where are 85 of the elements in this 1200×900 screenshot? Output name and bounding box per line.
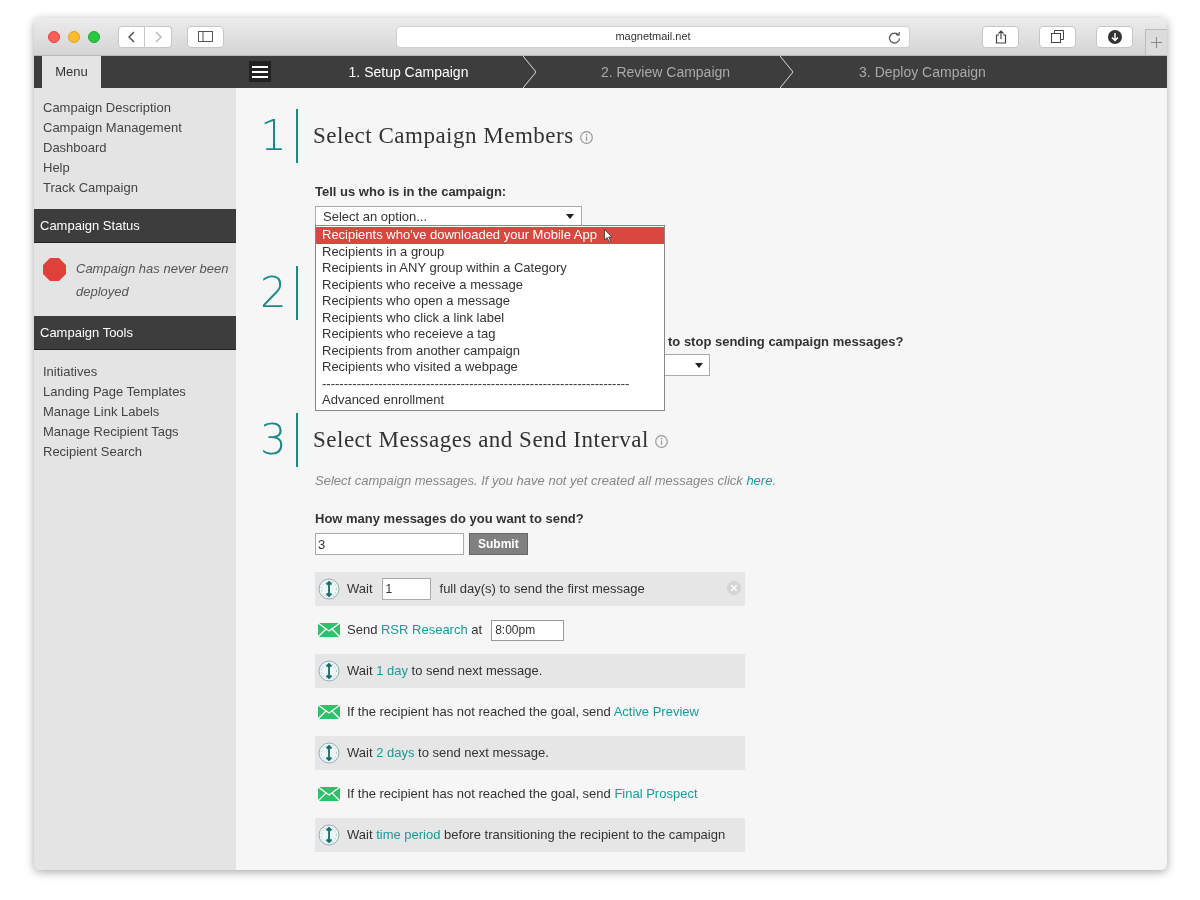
back-icon bbox=[127, 30, 136, 43]
dropdown-option[interactable]: Recipients who've downloaded your Mobile App bbox=[316, 227, 664, 244]
share-icon bbox=[994, 29, 1007, 44]
step-separator-icon bbox=[523, 56, 537, 88]
clock-icon bbox=[318, 742, 340, 764]
info-icon[interactable] bbox=[654, 435, 668, 448]
row-text: If the recipient has not reached the goal, send Active Preview bbox=[347, 703, 699, 722]
sidebar-link[interactable]: Dashboard bbox=[43, 138, 236, 158]
dropdown-option[interactable]: Recipients who receive a message bbox=[316, 276, 664, 293]
envelope-icon bbox=[318, 705, 340, 719]
dropdown-option[interactable]: ----------------------------------------------------------------------- bbox=[316, 375, 664, 392]
maximize-window-icon[interactable] bbox=[88, 30, 100, 43]
new-tab-button[interactable] bbox=[1145, 29, 1167, 55]
dropdown-option[interactable]: Recipients who receieve a tag bbox=[316, 326, 664, 343]
sidebar-icon bbox=[198, 31, 213, 42]
submit-button[interactable]: Submit bbox=[469, 533, 528, 555]
sidebar-section-header: Campaign Tools bbox=[34, 316, 236, 350]
forward-icon bbox=[154, 30, 162, 43]
sidebar-link[interactable]: Landing Page Templates bbox=[43, 382, 236, 402]
select-field[interactable] bbox=[664, 354, 710, 376]
back-button[interactable] bbox=[118, 25, 145, 48]
sidebar-link[interactable]: Initiatives bbox=[43, 362, 236, 382]
hint-text: Select campaign messages. If you have not yet created all messages click here. bbox=[315, 472, 778, 490]
envelope-icon bbox=[318, 787, 340, 801]
minimize-window-icon[interactable] bbox=[68, 30, 80, 43]
field-label: to stop sending campaign messages? bbox=[668, 332, 904, 351]
clock-icon bbox=[318, 660, 340, 682]
sidebar-link[interactable]: Help bbox=[43, 158, 236, 178]
tabs-button[interactable] bbox=[1039, 25, 1076, 48]
status-text: Campaign has never been deployed bbox=[76, 260, 230, 301]
row-text: Wait 1 day to send next message. bbox=[347, 662, 543, 681]
row-text: Wait 2 days to send next message. bbox=[347, 744, 549, 763]
section-heading: Select Messages and Send Interval bbox=[313, 425, 649, 454]
plus-icon bbox=[1151, 37, 1162, 48]
dropdown-option[interactable]: Advanced enrollment bbox=[316, 392, 664, 409]
field-label: How many messages do you want to send? bbox=[315, 509, 585, 528]
reload-icon[interactable] bbox=[888, 30, 901, 44]
row-text: full day(s) to send the first message bbox=[439, 580, 645, 599]
address-bar[interactable]: magnetmail.net bbox=[396, 25, 910, 48]
sidebar-toggle-button[interactable] bbox=[187, 25, 224, 48]
section-heading: Select Campaign Members bbox=[313, 121, 574, 150]
sidebar-link[interactable]: Recipient Search bbox=[43, 442, 236, 462]
sidebar-link[interactable]: Campaign Management bbox=[43, 118, 236, 138]
day-count-field[interactable]: 1 bbox=[381, 578, 431, 600]
row-text: Wait bbox=[347, 580, 373, 599]
clock-icon bbox=[318, 578, 340, 600]
dropdown-option[interactable]: Recipients in ANY group within a Category bbox=[316, 260, 664, 277]
dropdown-option[interactable]: Recipients in a group bbox=[316, 243, 664, 260]
sidebar-link[interactable]: Manage Link Labels bbox=[43, 402, 236, 422]
dropdown-option[interactable]: Recipients who visited a webpage bbox=[316, 359, 664, 376]
step-number: 3 bbox=[260, 419, 288, 461]
tabs-icon bbox=[1051, 30, 1064, 43]
close-window-icon[interactable] bbox=[48, 30, 60, 43]
row-text: Send RSR Research at bbox=[347, 621, 483, 640]
step-tab[interactable]: 2. Review Campaign bbox=[600, 61, 731, 83]
step-number: 1 bbox=[260, 115, 288, 157]
step-separator-icon bbox=[780, 56, 794, 88]
sidebar-link[interactable]: Campaign Description bbox=[43, 98, 236, 118]
row-text: Wait time period before transitioning the recipient to the campaign bbox=[347, 826, 726, 845]
step-tab[interactable]: 3. Deploy Campaign bbox=[859, 61, 986, 83]
download-button[interactable] bbox=[1096, 25, 1133, 48]
cursor-icon bbox=[604, 229, 613, 242]
menu-icon[interactable] bbox=[249, 61, 271, 82]
field-label: Tell us who is in the campaign: bbox=[315, 183, 508, 201]
count-field[interactable]: 3 bbox=[315, 533, 464, 555]
sidebar-link[interactable]: Track Campaign bbox=[43, 178, 236, 198]
sidebar-section-header: Campaign Status bbox=[34, 209, 236, 243]
clock-icon bbox=[318, 824, 340, 846]
sidebar-link[interactable]: Manage Recipient Tags bbox=[43, 422, 236, 442]
dropdown-option[interactable]: Recipients from another campaign bbox=[316, 342, 664, 359]
step-number: 2 bbox=[260, 271, 288, 314]
select-field[interactable]: Select an option... bbox=[315, 205, 582, 228]
menu-tab[interactable]: Menu bbox=[42, 56, 101, 88]
caret-icon bbox=[566, 214, 574, 219]
time-field[interactable]: 8:00pm bbox=[491, 619, 565, 641]
row-text: If the recipient has not reached the goal, send Final Prospect bbox=[347, 785, 698, 804]
envelope-icon bbox=[318, 623, 340, 637]
share-button[interactable] bbox=[982, 25, 1019, 48]
forward-button[interactable] bbox=[145, 25, 172, 48]
download-icon bbox=[1107, 29, 1122, 44]
step-tab[interactable]: 1. Setup Campaign bbox=[348, 61, 469, 83]
info-icon[interactable] bbox=[579, 131, 593, 144]
dropdown-option[interactable]: Recipients who open a message bbox=[316, 293, 664, 310]
dropdown-option[interactable]: Recipients who click a link label bbox=[316, 309, 664, 326]
caret-icon bbox=[695, 362, 703, 368]
